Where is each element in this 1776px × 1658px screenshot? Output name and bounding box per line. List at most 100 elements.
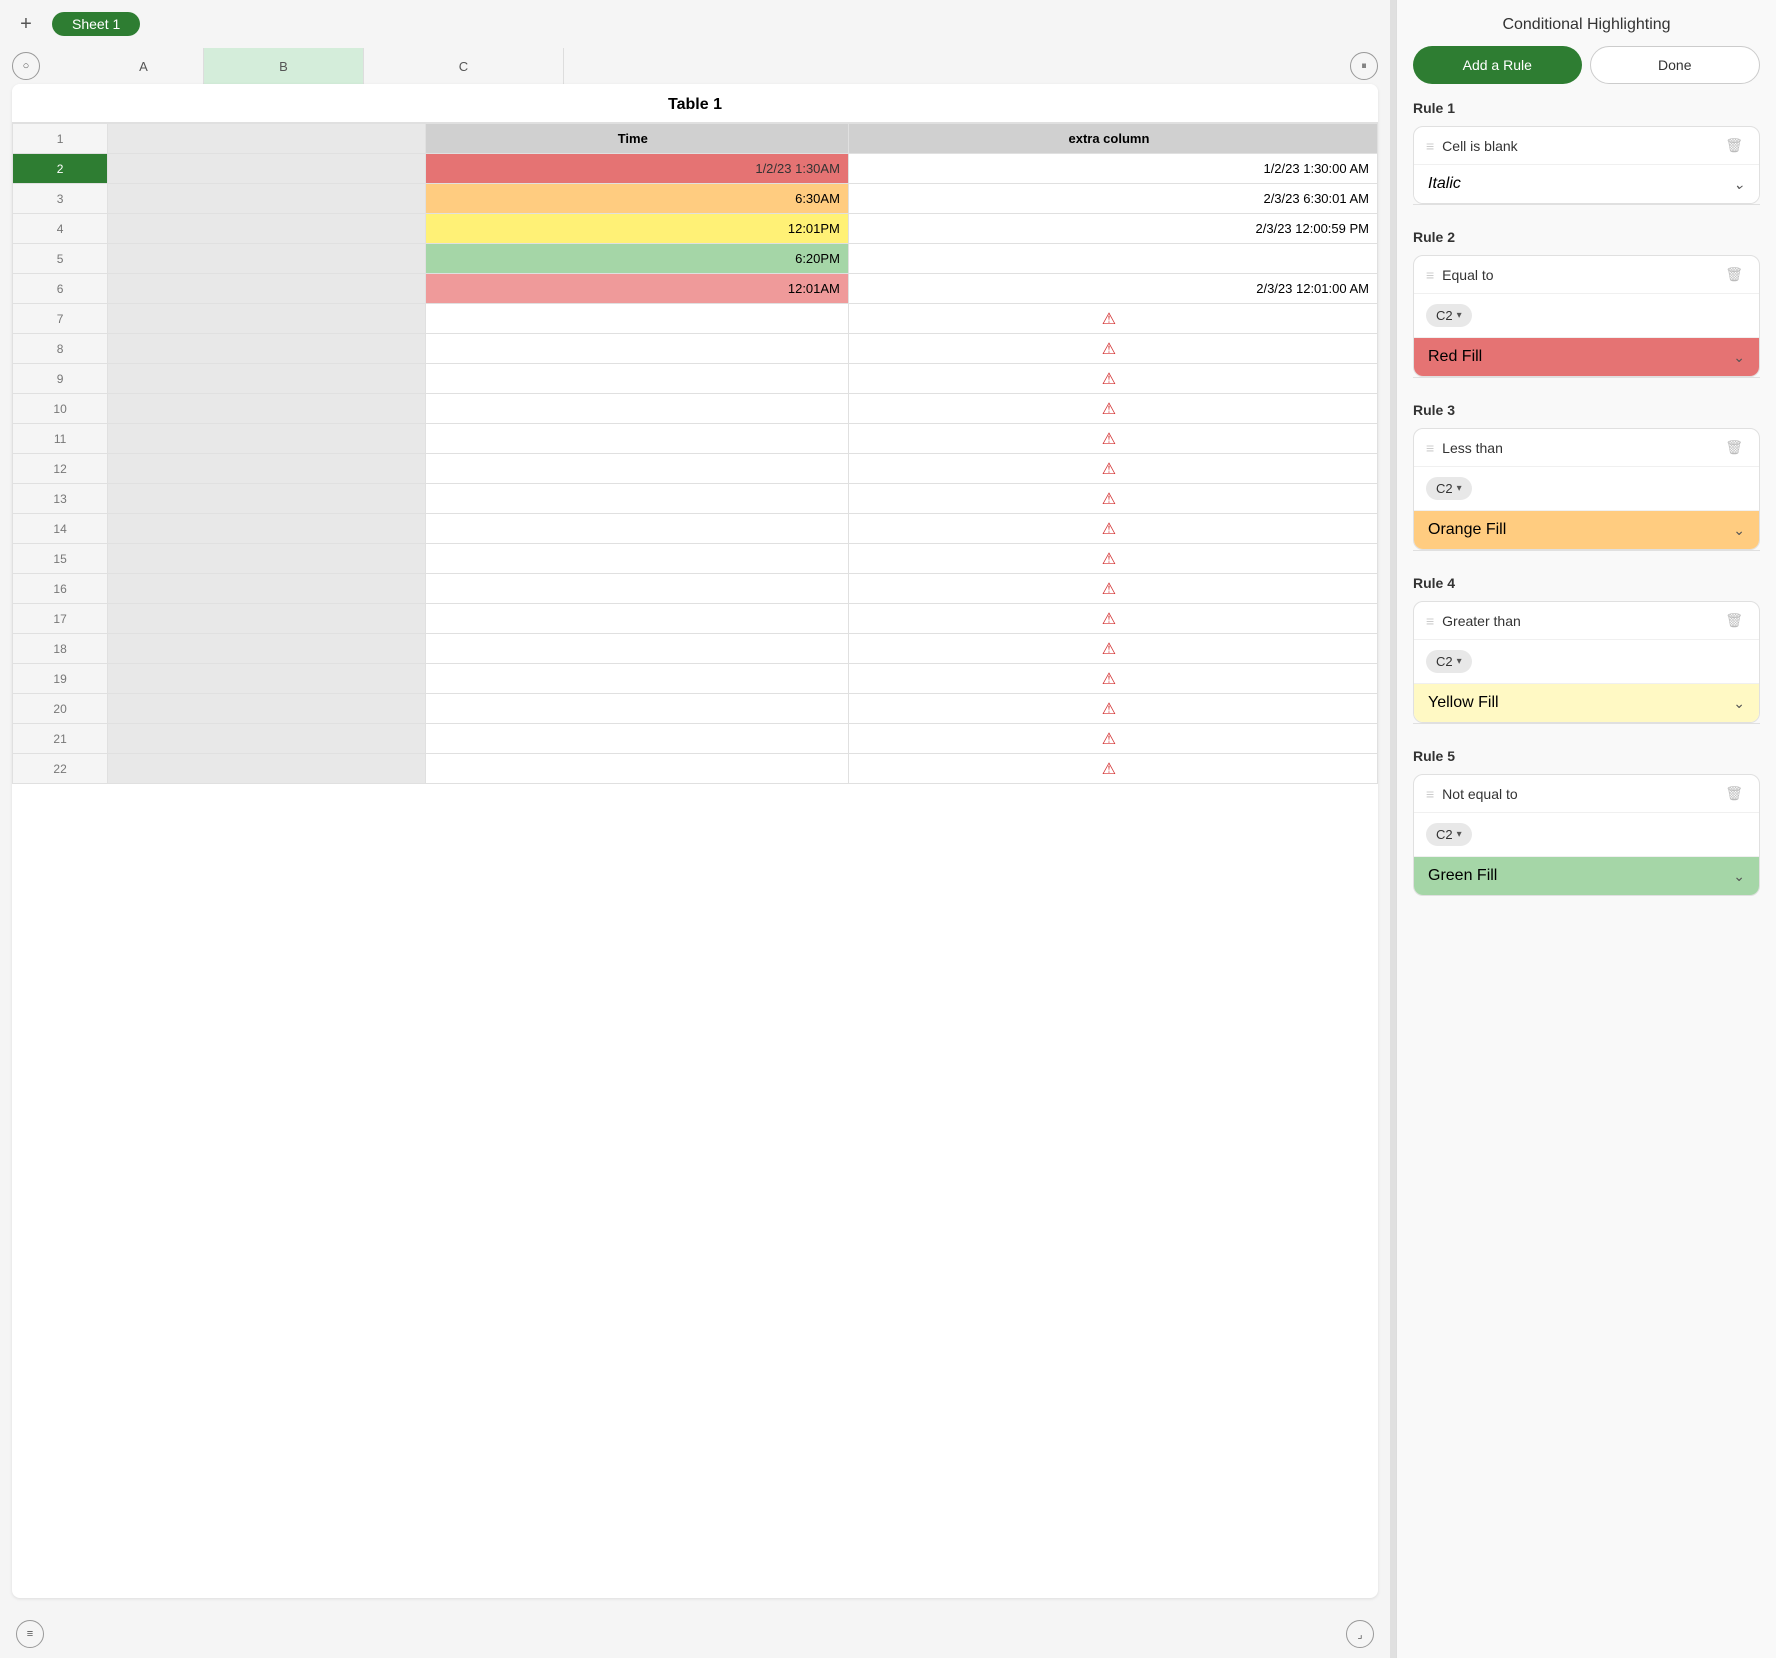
cell-a[interactable]: [108, 604, 425, 634]
table-row[interactable]: 19⚠: [13, 664, 1378, 694]
table-row[interactable]: 612:01AM2/3/23 12:01:00 AM: [13, 274, 1378, 304]
rule-delete-button-5[interactable]: 🗑: [1721, 785, 1747, 802]
table-row[interactable]: 21/2/23 1:30AM1/2/23 1:30:00 AM: [13, 154, 1378, 184]
cell-b[interactable]: [425, 544, 848, 574]
cell-a[interactable]: [108, 364, 425, 394]
cell-b[interactable]: [425, 364, 848, 394]
cell-a[interactable]: [108, 214, 425, 244]
table-row[interactable]: 20⚠: [13, 694, 1378, 724]
cell-c[interactable]: ⚠: [848, 574, 1377, 604]
cell-b[interactable]: [425, 454, 848, 484]
cell-c[interactable]: 1/2/23 1:30:00 AM: [848, 154, 1377, 184]
rule-condition-input-2[interactable]: [1442, 267, 1713, 283]
drag-handle-icon[interactable]: ≡: [1426, 440, 1434, 456]
drag-handle-icon[interactable]: ≡: [1426, 267, 1434, 283]
cell-c[interactable]: ⚠: [848, 724, 1377, 754]
cell-b[interactable]: [425, 484, 848, 514]
circle-left-button[interactable]: ○: [12, 52, 40, 80]
cell-b[interactable]: [425, 514, 848, 544]
cell-a[interactable]: [108, 694, 425, 724]
table-row[interactable]: 11⚠: [13, 424, 1378, 454]
cell-ref-button-3[interactable]: C2▾: [1426, 477, 1472, 500]
sheet-tab[interactable]: Sheet 1: [52, 12, 140, 36]
cell-b[interactable]: 12:01PM: [425, 214, 848, 244]
cell-a[interactable]: [108, 664, 425, 694]
pause-button[interactable]: ⏸: [1350, 52, 1378, 80]
cell-c[interactable]: ⚠: [848, 484, 1377, 514]
cell-b[interactable]: [425, 664, 848, 694]
cell-c[interactable]: 2/3/23 6:30:01 AM: [848, 184, 1377, 214]
table-row[interactable]: 16⚠: [13, 574, 1378, 604]
cell-b[interactable]: 6:30AM: [425, 184, 848, 214]
cell-a[interactable]: [108, 304, 425, 334]
rule-condition-input-4[interactable]: [1442, 613, 1713, 629]
cell-c[interactable]: ⚠: [848, 754, 1377, 784]
table-row[interactable]: 36:30AM2/3/23 6:30:01 AM: [13, 184, 1378, 214]
cell-c[interactable]: ⚠: [848, 424, 1377, 454]
cell-ref-button-4[interactable]: C2▾: [1426, 650, 1472, 673]
cell-a[interactable]: [108, 754, 425, 784]
cell-a[interactable]: [108, 574, 425, 604]
cell-c[interactable]: ⚠: [848, 454, 1377, 484]
table-row[interactable]: 9⚠: [13, 364, 1378, 394]
cell-a[interactable]: [108, 544, 425, 574]
rule-style-row-3[interactable]: Orange Fill⌄: [1414, 511, 1759, 549]
cell-a[interactable]: [108, 154, 425, 184]
cell-a[interactable]: [108, 424, 425, 454]
cell-b[interactable]: [425, 634, 848, 664]
cell-b[interactable]: [425, 334, 848, 364]
rule-style-row-5[interactable]: Green Fill⌄: [1414, 857, 1759, 895]
rule-delete-button-4[interactable]: 🗑: [1721, 612, 1747, 629]
table-row[interactable]: 17⚠: [13, 604, 1378, 634]
cell-a[interactable]: [108, 634, 425, 664]
table-row[interactable]: 13⚠: [13, 484, 1378, 514]
table-row[interactable]: 18⚠: [13, 634, 1378, 664]
add-rule-button[interactable]: Add a Rule: [1413, 46, 1582, 84]
rule-style-row-4[interactable]: Yellow Fill⌄: [1414, 684, 1759, 722]
cell-a[interactable]: [108, 394, 425, 424]
drag-handle-icon[interactable]: ≡: [1426, 138, 1434, 154]
table-row[interactable]: 10⚠: [13, 394, 1378, 424]
rule-style-row-2[interactable]: Red Fill⌄: [1414, 338, 1759, 376]
table-row[interactable]: 56:20PM: [13, 244, 1378, 274]
table-row[interactable]: 14⚠: [13, 514, 1378, 544]
rule-style-row-1[interactable]: Italic⌄: [1414, 165, 1759, 203]
cell-c[interactable]: ⚠: [848, 634, 1377, 664]
cell-a[interactable]: [108, 244, 425, 274]
cell-c[interactable]: ⚠: [848, 304, 1377, 334]
table-row[interactable]: 15⚠: [13, 544, 1378, 574]
cell-c[interactable]: [848, 244, 1377, 274]
cell-c[interactable]: ⚠: [848, 334, 1377, 364]
cell-c[interactable]: ⚠: [848, 544, 1377, 574]
table-row[interactable]: 8⚠: [13, 334, 1378, 364]
cell-b[interactable]: 12:01AM: [425, 274, 848, 304]
bottom-left-button[interactable]: ≡: [16, 1620, 44, 1648]
drag-handle-icon[interactable]: ≡: [1426, 786, 1434, 802]
table-row[interactable]: 7⚠: [13, 304, 1378, 334]
table-row[interactable]: 12⚠: [13, 454, 1378, 484]
cell-ref-button-5[interactable]: C2▾: [1426, 823, 1472, 846]
rule-delete-button-2[interactable]: 🗑: [1721, 266, 1747, 283]
cell-c[interactable]: ⚠: [848, 394, 1377, 424]
cell-b[interactable]: [425, 694, 848, 724]
cell-b[interactable]: [425, 574, 848, 604]
cell-b[interactable]: 6:20PM: [425, 244, 848, 274]
rule-condition-input-5[interactable]: [1442, 786, 1713, 802]
table-row[interactable]: 21⚠: [13, 724, 1378, 754]
cell-c[interactable]: ⚠: [848, 514, 1377, 544]
cell-a[interactable]: [108, 274, 425, 304]
cell-b[interactable]: 1/2/23 1:30AM: [425, 154, 848, 184]
done-button[interactable]: Done: [1590, 46, 1761, 84]
add-sheet-button[interactable]: +: [12, 10, 40, 38]
cell-b[interactable]: [425, 424, 848, 454]
bottom-right-button[interactable]: ⌟: [1346, 1620, 1374, 1648]
cell-a[interactable]: [108, 454, 425, 484]
cell-a[interactable]: [108, 334, 425, 364]
cell-c[interactable]: ⚠: [848, 664, 1377, 694]
cell-c[interactable]: ⚠: [848, 364, 1377, 394]
rule-delete-button-1[interactable]: 🗑: [1721, 137, 1747, 154]
cell-c[interactable]: ⚠: [848, 694, 1377, 724]
cell-b[interactable]: [425, 394, 848, 424]
cell-ref-button-2[interactable]: C2▾: [1426, 304, 1472, 327]
drag-handle-icon[interactable]: ≡: [1426, 613, 1434, 629]
